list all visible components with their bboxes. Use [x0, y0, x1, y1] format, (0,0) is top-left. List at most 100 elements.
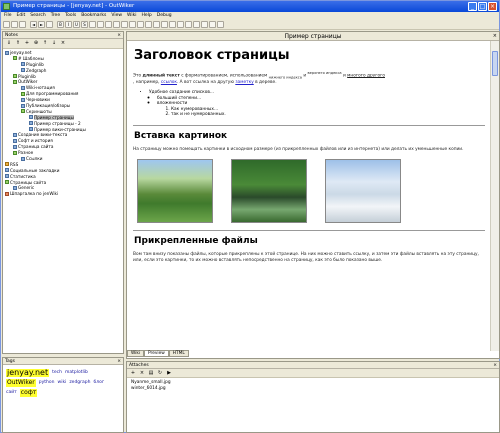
bold-icon[interactable]: B [57, 21, 64, 28]
menu-wiki[interactable]: Wiki [127, 12, 136, 20]
table-icon[interactable] [185, 21, 192, 28]
anchor-icon[interactable] [177, 21, 184, 28]
close-window-button[interactable]: × [488, 2, 497, 11]
page-icon [5, 174, 9, 179]
forward-icon[interactable]: ► [38, 21, 45, 28]
tree-node[interactable]: Шпаргалка по jenWiki [3, 191, 123, 197]
tag-link[interactable]: python [39, 379, 55, 387]
tag-link[interactable]: wiki [58, 379, 67, 387]
open-icon[interactable] [11, 21, 18, 28]
code-icon[interactable] [193, 21, 200, 28]
image-icon[interactable] [201, 21, 208, 28]
page-icon [5, 191, 9, 196]
tag-link[interactable]: zedgraph [69, 379, 90, 387]
tag-link[interactable]: matplotlib [65, 369, 88, 377]
list-icon[interactable] [153, 21, 160, 28]
page-icon [21, 68, 25, 73]
h1-icon[interactable] [129, 21, 136, 28]
menu-help[interactable]: Help [142, 12, 152, 20]
tree-node-label: Пример страницы - 2 [34, 120, 81, 126]
maximize-button[interactable]: □ [478, 2, 487, 11]
menu-tools[interactable]: Tools [65, 12, 76, 20]
html-icon[interactable] [209, 21, 216, 28]
superscript-icon[interactable] [97, 21, 104, 28]
menu-view[interactable]: View [111, 12, 122, 20]
new-icon[interactable] [3, 21, 10, 28]
vertical-scrollbar[interactable] [490, 41, 499, 351]
attachment-file[interactable]: winter_6014.jpg [131, 386, 495, 392]
page-icon [21, 156, 25, 161]
menu-debug[interactable]: Debug [157, 12, 172, 20]
landscape-photo[interactable] [137, 158, 213, 223]
attach-remove-icon[interactable]: × [139, 370, 145, 376]
tag-link[interactable]: tech [52, 369, 62, 377]
h2-icon[interactable] [137, 21, 144, 28]
tag-link[interactable]: сайт [6, 389, 17, 397]
italic-icon[interactable]: I [65, 21, 72, 28]
tab-preview[interactable]: Preview [144, 350, 169, 357]
menu-search[interactable]: Search [30, 12, 45, 20]
move-down-icon[interactable]: ↓ [51, 40, 57, 46]
attach-add-icon[interactable]: + [130, 370, 136, 376]
bold-text: длинный текст [142, 73, 180, 79]
app-icon [3, 3, 10, 10]
numbered-list-icon[interactable] [161, 21, 168, 28]
close-icon[interactable]: × [493, 362, 497, 369]
attach-open-icon[interactable]: ▶ [166, 370, 172, 376]
attaches-toolbar: + × ▤ ↻ ▶ [127, 369, 499, 378]
tree-node-label: Pluginlib [26, 61, 44, 67]
align-center-icon[interactable] [113, 21, 120, 28]
reload-icon[interactable] [46, 21, 53, 28]
add-sibling-icon[interactable]: + [24, 40, 30, 46]
preview-icon[interactable] [217, 21, 224, 28]
back-icon[interactable]: ◄ [30, 21, 37, 28]
page-icon [21, 85, 25, 90]
tree-node-label: Pluginlib [18, 73, 36, 79]
page-icon [5, 50, 9, 55]
section-heading-images: Вставка картинок [134, 130, 228, 141]
expand-icon[interactable]: ⇓ [6, 40, 12, 46]
menu-file[interactable]: File [4, 12, 12, 20]
link-icon[interactable] [169, 21, 176, 28]
close-icon[interactable]: × [117, 32, 121, 39]
page-icon [5, 162, 9, 167]
collapse-icon[interactable]: ⇑ [15, 40, 21, 46]
list-item: Удобное создание списков... больший степ… [149, 90, 485, 118]
scrollbar-thumb[interactable] [492, 51, 498, 76]
tree-node-label: Публикация/обзоры [26, 103, 71, 109]
menu-edit[interactable]: Edit [17, 12, 26, 20]
align-left-icon[interactable] [105, 21, 112, 28]
tab-wiki[interactable]: Wiki [127, 350, 145, 357]
tag-link[interactable]: блог [93, 379, 104, 387]
save-icon[interactable] [19, 21, 26, 28]
minimize-button[interactable]: _ [468, 2, 477, 11]
h3-icon[interactable] [145, 21, 152, 28]
strike-icon[interactable]: S [81, 21, 88, 28]
menu-bookmarks[interactable]: Bookmarks [81, 12, 106, 20]
tag-link[interactable]: OutWiker [6, 378, 36, 387]
add-child-icon[interactable]: ⊕ [33, 40, 39, 46]
tag-link[interactable]: софт [19, 388, 38, 397]
align-right-icon[interactable] [121, 21, 128, 28]
close-icon[interactable]: × [117, 358, 121, 365]
subscript-icon[interactable] [89, 21, 96, 28]
attach-paste-icon[interactable]: ▤ [148, 370, 154, 376]
tag-link[interactable]: jenyay.net [6, 368, 50, 377]
page-icon [21, 97, 25, 102]
tree-node-label: RSS [10, 161, 19, 167]
attaches-panel-title: Attaches × [127, 362, 499, 369]
close-icon[interactable]: × [493, 32, 497, 41]
tab-html[interactable]: HTML [168, 350, 189, 357]
link-note[interactable]: заметку [235, 80, 253, 85]
page-icon [13, 185, 17, 190]
app-window: Пример страницы - [jenyay.net] - OutWike… [0, 0, 500, 433]
move-up-icon[interactable]: ↑ [42, 40, 48, 46]
forest-photo[interactable] [231, 158, 307, 223]
attach-refresh-icon[interactable]: ↻ [157, 370, 163, 376]
notes-tree[interactable]: jenyay.net # Шаблоны Pluginlib Zedgraph Plug… [3, 49, 123, 197]
menu-tree[interactable]: Tree [51, 12, 60, 20]
underline-icon[interactable]: U [73, 21, 80, 28]
winter-photo[interactable] [325, 158, 401, 223]
delete-icon[interactable]: × [60, 40, 66, 46]
link-links[interactable]: ссылок [161, 80, 177, 85]
